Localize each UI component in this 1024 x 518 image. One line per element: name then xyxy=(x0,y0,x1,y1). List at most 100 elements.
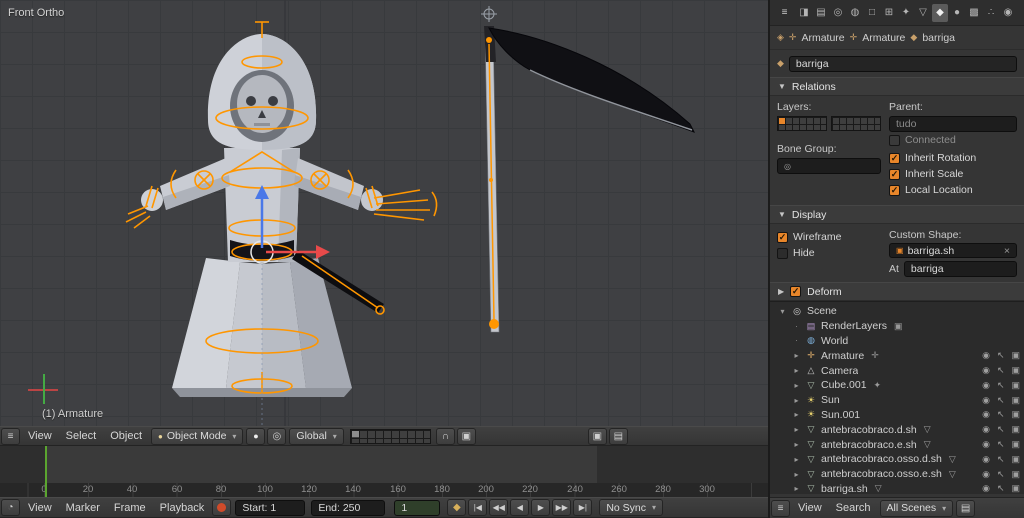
renderable-icon[interactable]: ▣ xyxy=(1011,424,1020,435)
tab-scene[interactable]: ◎ xyxy=(830,4,846,22)
bone-group-field[interactable]: ◎ xyxy=(777,158,881,174)
visibility-eye-icon[interactable]: ◉ xyxy=(982,395,990,406)
outliner-row[interactable]: ▸ ▽ antebracobraco.e.sh ▽ ◉ ↖ ▣ xyxy=(770,437,1024,452)
outliner-row[interactable]: · ▤ RenderLayers ▣ xyxy=(770,319,1024,334)
menu-select[interactable]: Select xyxy=(59,430,104,442)
layers-widget[interactable] xyxy=(349,428,431,444)
layers-grid-b[interactable] xyxy=(831,116,881,131)
layers-grid-a[interactable] xyxy=(777,116,827,131)
start-frame-field[interactable]: Start: 1 xyxy=(235,499,306,516)
editor-type-button[interactable]: ≡ xyxy=(1,427,20,445)
outliner-row[interactable]: ▸ ☀ Sun ◉ ↖ ▣ xyxy=(770,393,1024,408)
editor-type-button[interactable]: ≡ xyxy=(771,499,790,517)
custom-shape-field[interactable]: ▣ barriga.sh × xyxy=(889,243,1017,258)
visibility-eye-icon[interactable]: ◉ xyxy=(982,439,990,450)
editor-type-button[interactable]: ◔ xyxy=(1,499,20,516)
outliner-item-label[interactable]: World xyxy=(821,335,848,347)
expander-icon[interactable]: ▸ xyxy=(792,455,801,464)
timeline-ruler[interactable]: 0 20 40 60 80 100 120 140 160 180 200 22… xyxy=(0,446,768,497)
display-panel-header[interactable]: ▼ Display xyxy=(770,205,1024,224)
visibility-eye-icon[interactable]: ◉ xyxy=(982,365,990,376)
next-keyframe-button[interactable]: ▶▶ xyxy=(552,499,572,516)
orientation-dropdown[interactable]: Global ▾ xyxy=(289,427,344,445)
outliner-item-label[interactable]: antebracobraco.e.sh xyxy=(821,439,917,451)
3d-viewport[interactable]: Front Ortho (1) Armature xyxy=(0,0,768,426)
outliner-item-label[interactable]: antebracobraco.osso.d.sh xyxy=(821,453,942,465)
menu-view[interactable]: View xyxy=(21,430,59,442)
wireframe-row[interactable]: ✓ Wireframe xyxy=(777,231,881,243)
outliner-row[interactable]: ▸ ▽ antebracobraco.osso.d.sh ▽ ◉ ↖ ▣ xyxy=(770,452,1024,467)
tab-modifiers[interactable]: ✦ xyxy=(898,4,914,22)
renderable-icon[interactable]: ▣ xyxy=(1011,454,1020,465)
sync-dropdown[interactable]: No Sync ▾ xyxy=(599,499,664,516)
opengl-render-image-button[interactable]: ▣ xyxy=(587,427,607,445)
visibility-eye-icon[interactable]: ◉ xyxy=(982,424,990,435)
expander-icon[interactable]: ▸ xyxy=(792,410,801,419)
selectable-icon[interactable]: ↖ xyxy=(997,380,1005,391)
editor-type-button[interactable]: ≡ xyxy=(775,4,794,21)
outliner-item-label[interactable]: Sun xyxy=(821,394,840,406)
connected-checkbox-row[interactable]: Connected xyxy=(889,134,1017,146)
prev-keyframe-button[interactable]: ◀◀ xyxy=(489,499,509,516)
outliner-item-label[interactable]: barriga.sh xyxy=(821,483,868,494)
tab-world[interactable]: ◍ xyxy=(847,4,863,22)
selectable-icon[interactable]: ↖ xyxy=(997,454,1005,465)
tab-texture[interactable]: ▩ xyxy=(966,4,982,22)
expander-icon[interactable]: ▸ xyxy=(792,366,801,375)
outliner-item-label[interactable]: Sun.001 xyxy=(821,409,860,421)
tab-object[interactable]: □ xyxy=(864,4,880,22)
relations-panel-header[interactable]: ▼ Relations xyxy=(770,77,1024,96)
menu-object[interactable]: Object xyxy=(103,430,149,442)
scythe-model[interactable] xyxy=(481,6,696,333)
tab-render-layers[interactable]: ▤ xyxy=(813,4,829,22)
menu-view[interactable]: View xyxy=(21,502,59,514)
visibility-eye-icon[interactable]: ◉ xyxy=(982,454,990,465)
snap-magnet-button[interactable]: ∩ xyxy=(435,427,455,445)
selectable-icon[interactable]: ↖ xyxy=(997,409,1005,420)
selectable-icon[interactable]: ↖ xyxy=(997,365,1005,376)
tab-constraints[interactable]: ⊞ xyxy=(881,4,897,22)
renderable-icon[interactable]: ▣ xyxy=(1011,439,1020,450)
selectable-icon[interactable]: ↖ xyxy=(997,350,1005,361)
menu-search[interactable]: Search xyxy=(829,502,878,514)
outliner-row[interactable]: ▾ ◎ Scene xyxy=(770,304,1024,319)
parent-field[interactable]: tudo xyxy=(889,116,1017,132)
expander-icon[interactable]: ▾ xyxy=(778,307,787,316)
filter-icon[interactable]: ▤ xyxy=(956,499,976,517)
renderable-icon[interactable]: ▣ xyxy=(1011,469,1020,480)
outliner-item-label[interactable]: Armature xyxy=(821,350,864,362)
outliner-item-label[interactable]: Cube.001 xyxy=(821,379,867,391)
pivot-center-button[interactable]: ◎ xyxy=(267,427,287,445)
expander-icon[interactable]: · xyxy=(792,336,801,345)
outliner-item-label[interactable]: antebracobraco.d.sh xyxy=(821,424,917,436)
renderable-icon[interactable]: ▣ xyxy=(1011,380,1020,391)
renderable-icon[interactable]: ▣ xyxy=(1011,409,1020,420)
viewport-shading-button[interactable]: ● xyxy=(246,427,266,445)
checkbox[interactable] xyxy=(777,247,788,259)
checkbox[interactable]: ✓ xyxy=(777,231,788,243)
outliner-row[interactable]: ▸ ☀ Sun.001 ◉ ↖ ▣ xyxy=(770,408,1024,423)
bone-name-field[interactable]: barriga xyxy=(788,55,1017,72)
outliner[interactable]: ▾ ◎ Scene · ▤ RenderLayers ▣ · ◍ World ▸… xyxy=(770,301,1024,494)
outliner-row[interactable]: ▸ ▽ Cube.001 ✦ ◉ ↖ ▣ xyxy=(770,378,1024,393)
inherit-rotation-row[interactable]: ✓ Inherit Rotation xyxy=(889,152,1017,164)
menu-view[interactable]: View xyxy=(791,502,829,514)
auto-keyframe-record-button[interactable] xyxy=(212,499,232,516)
visibility-eye-icon[interactable]: ◉ xyxy=(982,469,990,480)
expander-icon[interactable]: ▸ xyxy=(792,381,801,390)
outliner-item-label[interactable]: Scene xyxy=(807,305,837,317)
menu-playback[interactable]: Playback xyxy=(153,502,212,514)
local-location-row[interactable]: ✓ Local Location xyxy=(889,184,1017,196)
checkbox[interactable]: ✓ xyxy=(889,168,900,180)
breadcrumb-data[interactable]: Armature xyxy=(862,32,905,44)
end-frame-field[interactable]: End: 250 xyxy=(311,499,386,516)
expander-icon[interactable]: ▸ xyxy=(792,351,801,360)
expander-icon[interactable]: ▸ xyxy=(792,484,801,493)
display-mode-dropdown[interactable]: All Scenes ▾ xyxy=(879,499,954,517)
current-frame-cursor[interactable] xyxy=(45,446,47,497)
selectable-icon[interactable]: ↖ xyxy=(997,483,1005,494)
tab-render[interactable]: ◨ xyxy=(796,4,812,22)
current-frame-field[interactable]: 1 xyxy=(394,499,441,516)
visibility-eye-icon[interactable]: ◉ xyxy=(982,409,990,420)
outliner-item-label[interactable]: antebracobraco.osso.e.sh xyxy=(821,468,942,480)
